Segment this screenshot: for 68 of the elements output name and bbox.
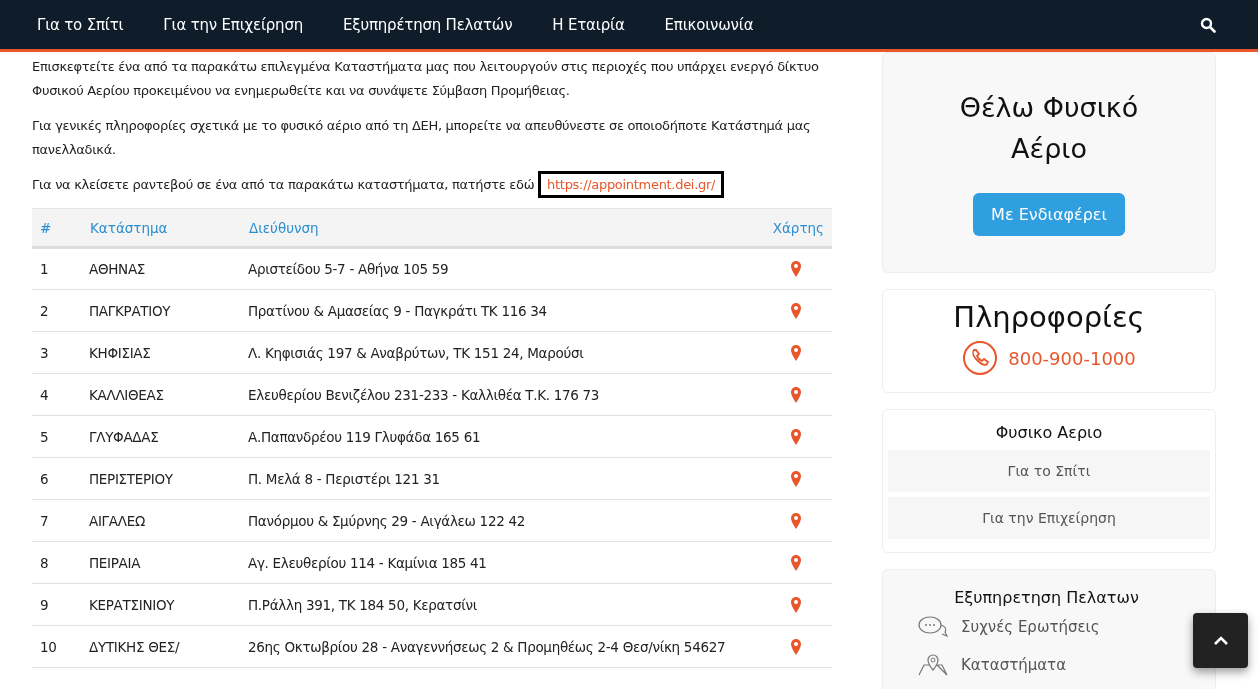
chat-bubbles-icon	[917, 615, 949, 639]
sidebar-link[interactable]: Για την Επιχείρηση	[888, 497, 1210, 539]
table-cell: ΚΗΦΙΣΙΑΣ	[89, 331, 248, 374]
phone-number-link[interactable]: 800-900-1000	[1008, 347, 1136, 369]
table-cell: 5	[32, 415, 89, 458]
table-cell: Ελευθερίου Βενιζέλου 231-233 - Καλλιθέα Τ.Κ. 176 73	[248, 373, 767, 416]
table-cell: ΓΛΥΦΑΔΑΣ	[89, 415, 248, 458]
paragraph: Επισκεφτείτε ένα από τα παρακάτω επιλεγμένα Καταστήματα μας που λειτουργούν στις περιοχές που υπάρχει ενεργό δίκτυο Φυσικού Αερίου προκειμένου να ενημερωθείτε και να συνάψετε Σύμβαση Προμήθειας.	[32, 58, 820, 100]
table-cell: Πανόρμου & Σμύρνης 29 - Αιγάλεω 122 42	[248, 499, 767, 542]
map-pin-icon[interactable]	[790, 595, 802, 614]
table-cell: ΔΥΤΙΚΗΣ ΘΕΣ/	[89, 625, 248, 668]
table-cell: 10	[32, 625, 89, 668]
sidebar-link[interactable]: Καταστήματα	[961, 656, 1067, 674]
paragraph: Για να κλείσετε ραντεβού σε ένα από τα παρακάτω καταστήματα, πατήστε εδώ https://appointment.dei.gr/	[32, 173, 832, 197]
map-pin-icon[interactable]	[790, 385, 802, 404]
column-header: Χάρτης	[766, 208, 832, 248]
map-pin-icon	[917, 653, 949, 677]
table-cell: 8	[32, 541, 89, 584]
nav-link[interactable]: Επικοινωνία	[664, 15, 754, 34]
back-to-top-button[interactable]	[1193, 613, 1248, 668]
table-cell: 4	[32, 373, 89, 416]
table-cell: ΚΑΛΛΙΘΕΑΣ	[89, 373, 248, 416]
nav-link[interactable]: Για το Σπίτι	[37, 15, 124, 34]
table-cell: 9	[32, 583, 89, 626]
column-header: #	[32, 208, 89, 248]
nav-link[interactable]: Η Εταιρία	[552, 15, 625, 34]
table-cell: 7	[32, 499, 89, 542]
nav-link[interactable]: Εξυπηρέτηση Πελατών	[343, 15, 513, 34]
table-cell: 1	[32, 247, 89, 290]
table-cell: Α.Παπανδρέου 119 Γλυφάδα 165 61	[248, 415, 767, 458]
table-cell: Πρατίνου & Αμασείας 9 - Παγκράτι ΤΚ 116 34	[248, 289, 767, 332]
card-title: Πληροφορίες	[953, 300, 1145, 334]
chevron-up-icon	[1212, 635, 1229, 646]
table-cell: Αριστείδου 5-7 - Αθήνα 105 59	[248, 247, 767, 290]
card-title: Φυσικο Αεριο	[995, 423, 1103, 442]
card-title: Θέλω Φυσικό Αέριο	[958, 91, 1140, 166]
table-cell: Π. Μελά 8 - Περιστέρι 121 31	[248, 457, 767, 500]
column-header: Διεύθυνση	[248, 208, 767, 248]
table-cell: ΑΘΗΝΑΣ	[89, 247, 248, 290]
card-title: Εξυπηρετηση Πελατων	[954, 588, 1139, 607]
map-pin-icon[interactable]	[790, 343, 802, 362]
table-cell: ΠΕΡΙΣΤΕΡΙΟΥ	[89, 457, 248, 500]
appointment-link[interactable]: https://appointment.dei.gr/	[538, 171, 725, 198]
map-pin-icon[interactable]	[790, 469, 802, 488]
table-cell: 2	[32, 289, 89, 332]
nav-link[interactable]: Για την Επιχείρηση	[163, 15, 303, 34]
phone-icon	[962, 340, 999, 376]
table-cell: Λ. Κηφισιάς 197 & Αναβρύτων, ΤΚ 151 24, Μαρούσι	[248, 331, 767, 374]
table-cell: 3	[32, 331, 89, 374]
table-cell: 6	[32, 457, 89, 500]
table-cell: ΚΕΡΑΤΣΙΝΙΟΥ	[89, 583, 248, 626]
search-icon[interactable]	[1200, 16, 1216, 33]
table-cell: ΠΑΓΚΡΑΤΙΟΥ	[89, 289, 248, 332]
table-cell: Π.Ράλλη 391, ΤΚ 184 50, Κερατσίνι	[248, 583, 767, 626]
sidebar-link[interactable]: Συχνές Ερωτήσεις	[961, 618, 1100, 636]
table-cell: ΑΙΓΑΛΕΩ	[89, 499, 248, 542]
table-cell: 26ης Οκτωβρίου 28 - Αναγεννήσεως 2 & Προμηθέως 2-4 Θεσ/νίκη 54627	[248, 625, 767, 668]
sidebar-link[interactable]: Για το Σπίτι	[888, 450, 1210, 492]
map-pin-icon[interactable]	[790, 301, 802, 320]
map-pin-icon[interactable]	[790, 637, 802, 656]
map-pin-icon[interactable]	[790, 511, 802, 530]
map-pin-icon[interactable]	[790, 260, 802, 278]
map-pin-icon[interactable]	[790, 427, 802, 446]
map-pin-icon[interactable]	[790, 553, 802, 572]
paragraph: Για γενικές πληροφορίες σχετικά με το φυσικό αέριο από τη ΔΕΗ, μπορείτε να απευθύνεστε σε οποιοδήποτε Κατάστημά μας πανελλαδικά.	[32, 117, 812, 159]
table-cell: Αγ. Ελευθερίου 114 - Καμίνια 185 41	[248, 541, 767, 584]
column-header: Κατάστημα	[89, 208, 248, 248]
table-cell: ΠΕΙΡΑΙΑ	[89, 541, 248, 584]
